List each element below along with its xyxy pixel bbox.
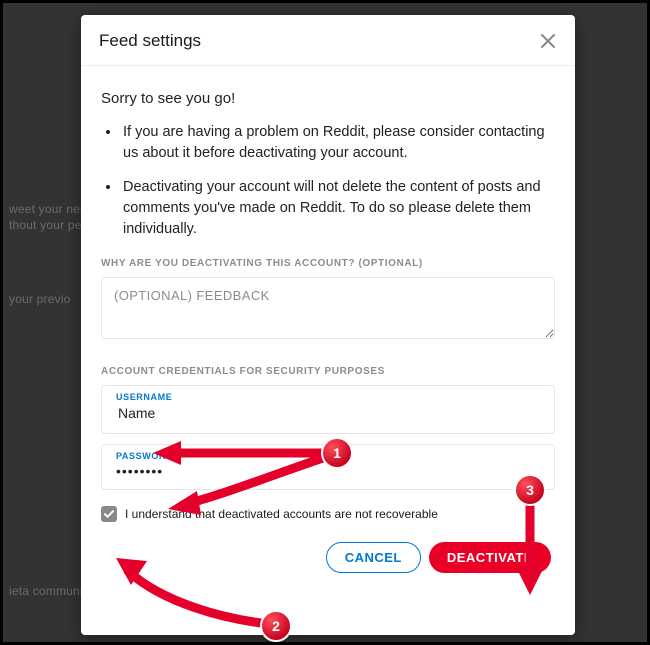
password-box[interactable]: PASSWORD •••••••• bbox=[101, 444, 555, 490]
screenshot-frame: weet your nee thout your pe your previo … bbox=[0, 0, 650, 645]
username-box[interactable]: USERNAME bbox=[101, 385, 555, 434]
modal-body: Sorry to see you go! If you are having a… bbox=[81, 66, 575, 635]
notes-list: If you are having a problem on Reddit, p… bbox=[101, 121, 555, 240]
bg-text-line: weet your nee bbox=[9, 201, 87, 217]
modal-title: Feed settings bbox=[99, 31, 201, 51]
acknowledge-label: I understand that deactivated accounts a… bbox=[125, 507, 438, 521]
password-label: PASSWORD bbox=[116, 451, 540, 461]
cancel-button[interactable]: CANCEL bbox=[326, 542, 421, 573]
username-field[interactable] bbox=[116, 404, 540, 422]
username-label: USERNAME bbox=[116, 392, 540, 402]
credentials-label: ACCOUNT CREDENTIALS FOR SECURITY PURPOSE… bbox=[101, 366, 555, 377]
acknowledge-checkbox[interactable] bbox=[101, 506, 117, 522]
button-row: CANCEL DEACTIVATE bbox=[101, 542, 555, 573]
password-field[interactable]: •••••••• bbox=[116, 463, 540, 479]
acknowledge-row: I understand that deactivated accounts a… bbox=[101, 506, 555, 522]
note-item: Deactivating your account will not delet… bbox=[121, 176, 555, 240]
modal-header: Feed settings bbox=[81, 15, 575, 66]
close-icon[interactable] bbox=[539, 32, 557, 50]
feed-settings-modal: Feed settings Sorry to see you go! If yo… bbox=[81, 15, 575, 635]
sorry-heading: Sorry to see you go! bbox=[101, 90, 555, 107]
feedback-textarea[interactable] bbox=[101, 277, 555, 339]
deactivate-button[interactable]: DEACTIVATE bbox=[429, 542, 551, 573]
bg-text-line: thout your pe bbox=[9, 217, 82, 233]
note-item: If you are having a problem on Reddit, p… bbox=[121, 121, 555, 164]
why-label: WHY ARE YOU DEACTIVATING THIS ACCOUNT? (… bbox=[101, 258, 555, 269]
bg-text-line: ieta communi bbox=[9, 583, 83, 599]
bg-text-line: your previo bbox=[9, 291, 71, 307]
